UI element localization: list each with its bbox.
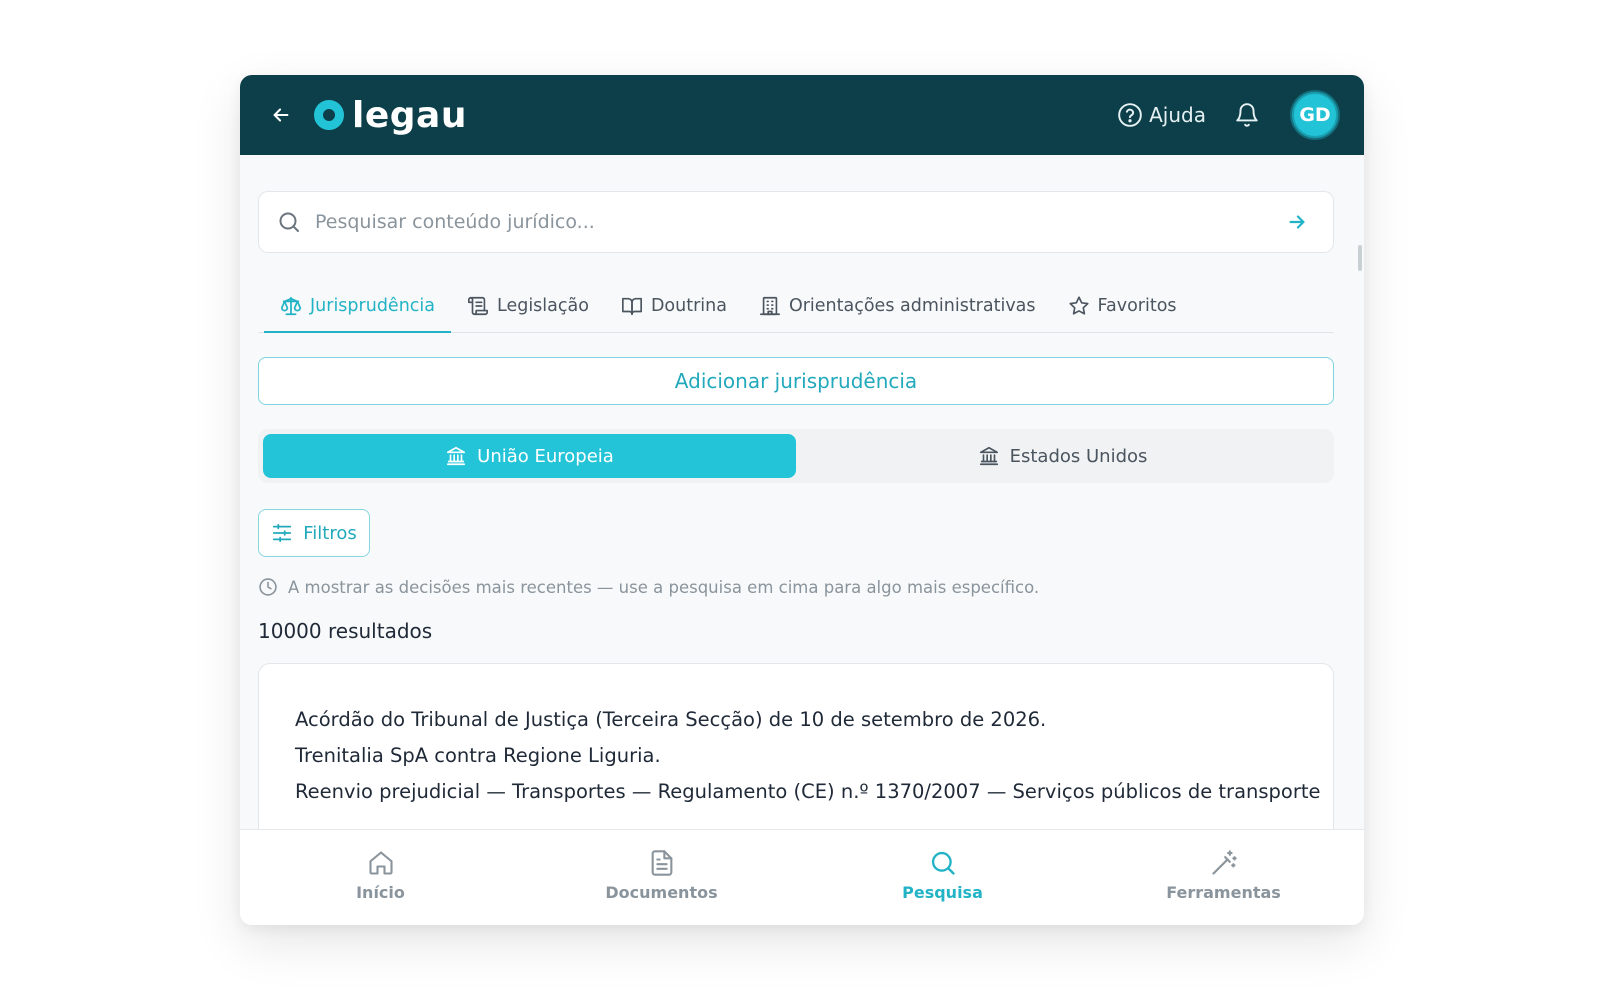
tab-legislacao[interactable]: Legislação	[451, 280, 605, 332]
filters-label: Filtros	[303, 522, 357, 544]
nav-label: Ferramentas	[1166, 883, 1281, 902]
magic-wand-icon	[1211, 850, 1237, 875]
result-parties: Trenitalia SpA contra Regione Liguria.	[295, 744, 661, 767]
star-icon	[1068, 296, 1089, 315]
region-eu-button[interactable]: União Europeia	[263, 434, 796, 478]
add-jurisprudence-button[interactable]: Adicionar jurisprudência	[258, 357, 1334, 405]
search-icon	[931, 851, 955, 875]
landmark-icon	[979, 446, 998, 466]
help-button[interactable]: Ajuda	[1117, 102, 1206, 128]
nav-inicio[interactable]: Início	[240, 830, 521, 925]
nav-label: Documentos	[605, 883, 718, 902]
nav-pesquisa[interactable]: Pesquisa	[802, 830, 1083, 925]
arrow-left-icon	[273, 108, 289, 122]
search-bar	[258, 191, 1334, 253]
main-content: Jurisprudência Legislação Doutrina Orien…	[240, 155, 1364, 829]
nav-label: Pesquisa	[902, 883, 983, 902]
info-text: A mostrar as decisões mais recentes — us…	[288, 577, 1040, 597]
result-card[interactable]: Acórdão do Tribunal de Justiça (Terceira…	[258, 663, 1334, 829]
result-summary: Reenvio prejudicial — Transportes — Regu…	[295, 780, 1321, 803]
help-label: Ajuda	[1149, 103, 1206, 127]
nav-label: Início	[356, 883, 405, 902]
app-window: legau Ajuda GD Jurisprudência	[240, 75, 1364, 925]
document-icon	[651, 850, 672, 876]
app-header: legau Ajuda GD	[240, 75, 1364, 155]
filters-button[interactable]: Filtros	[258, 509, 370, 557]
tab-jurisprudencia[interactable]: Jurisprudência	[264, 280, 451, 333]
scroll-icon	[468, 296, 488, 316]
tab-orientacoes-administrativas[interactable]: Orientações administrativas	[743, 280, 1052, 332]
search-submit-button[interactable]	[1283, 208, 1311, 236]
scales-icon	[280, 296, 302, 316]
search-input[interactable]	[315, 211, 1283, 233]
search-icon	[279, 212, 299, 232]
building-icon	[759, 296, 780, 316]
logo-mark-icon	[314, 100, 344, 130]
region-us-button[interactable]: Estados Unidos	[796, 434, 1329, 478]
logo-text: legau	[352, 94, 467, 136]
help-circle-icon	[1118, 103, 1142, 127]
arrow-right-icon	[1289, 215, 1305, 229]
tab-favoritos[interactable]: Favoritos	[1052, 280, 1193, 332]
tab-label: Orientações administrativas	[788, 296, 1036, 316]
tab-label: Doutrina	[650, 296, 727, 316]
category-tabs: Jurisprudência Legislação Doutrina Orien…	[258, 281, 1334, 333]
tab-label: Favoritos	[1097, 296, 1177, 316]
avatar[interactable]: GD	[1292, 92, 1338, 138]
bell-icon	[1236, 103, 1258, 127]
tab-label: Jurisprudência	[310, 296, 435, 316]
scrollbar-thumb[interactable]	[1358, 245, 1362, 271]
result-title: Acórdão do Tribunal de Justiça (Terceira…	[295, 708, 1047, 731]
region-toggle: União Europeia Estados Unidos	[258, 429, 1334, 483]
bottom-nav: Início Documentos Pesquisa Ferramentas	[240, 829, 1364, 925]
tab-label: Legislação	[497, 296, 589, 316]
clock-icon	[259, 578, 277, 596]
notifications-button[interactable]	[1232, 100, 1262, 130]
tab-doutrina[interactable]: Doutrina	[605, 280, 743, 332]
logo[interactable]: legau	[314, 95, 467, 136]
back-button[interactable]	[266, 100, 296, 130]
landmark-icon	[447, 446, 466, 466]
sliders-icon	[273, 523, 292, 543]
nav-documentos[interactable]: Documentos	[521, 830, 802, 925]
recent-info: A mostrar as decisões mais recentes — us…	[258, 577, 1334, 597]
results-count: 10000 resultados	[258, 619, 433, 643]
region-label: Estados Unidos	[1009, 445, 1148, 467]
book-open-icon	[621, 297, 642, 316]
nav-ferramentas[interactable]: Ferramentas	[1083, 830, 1364, 925]
header-actions: Ajuda GD	[1117, 92, 1338, 138]
region-label: União Europeia	[477, 445, 614, 467]
home-icon	[368, 851, 393, 875]
